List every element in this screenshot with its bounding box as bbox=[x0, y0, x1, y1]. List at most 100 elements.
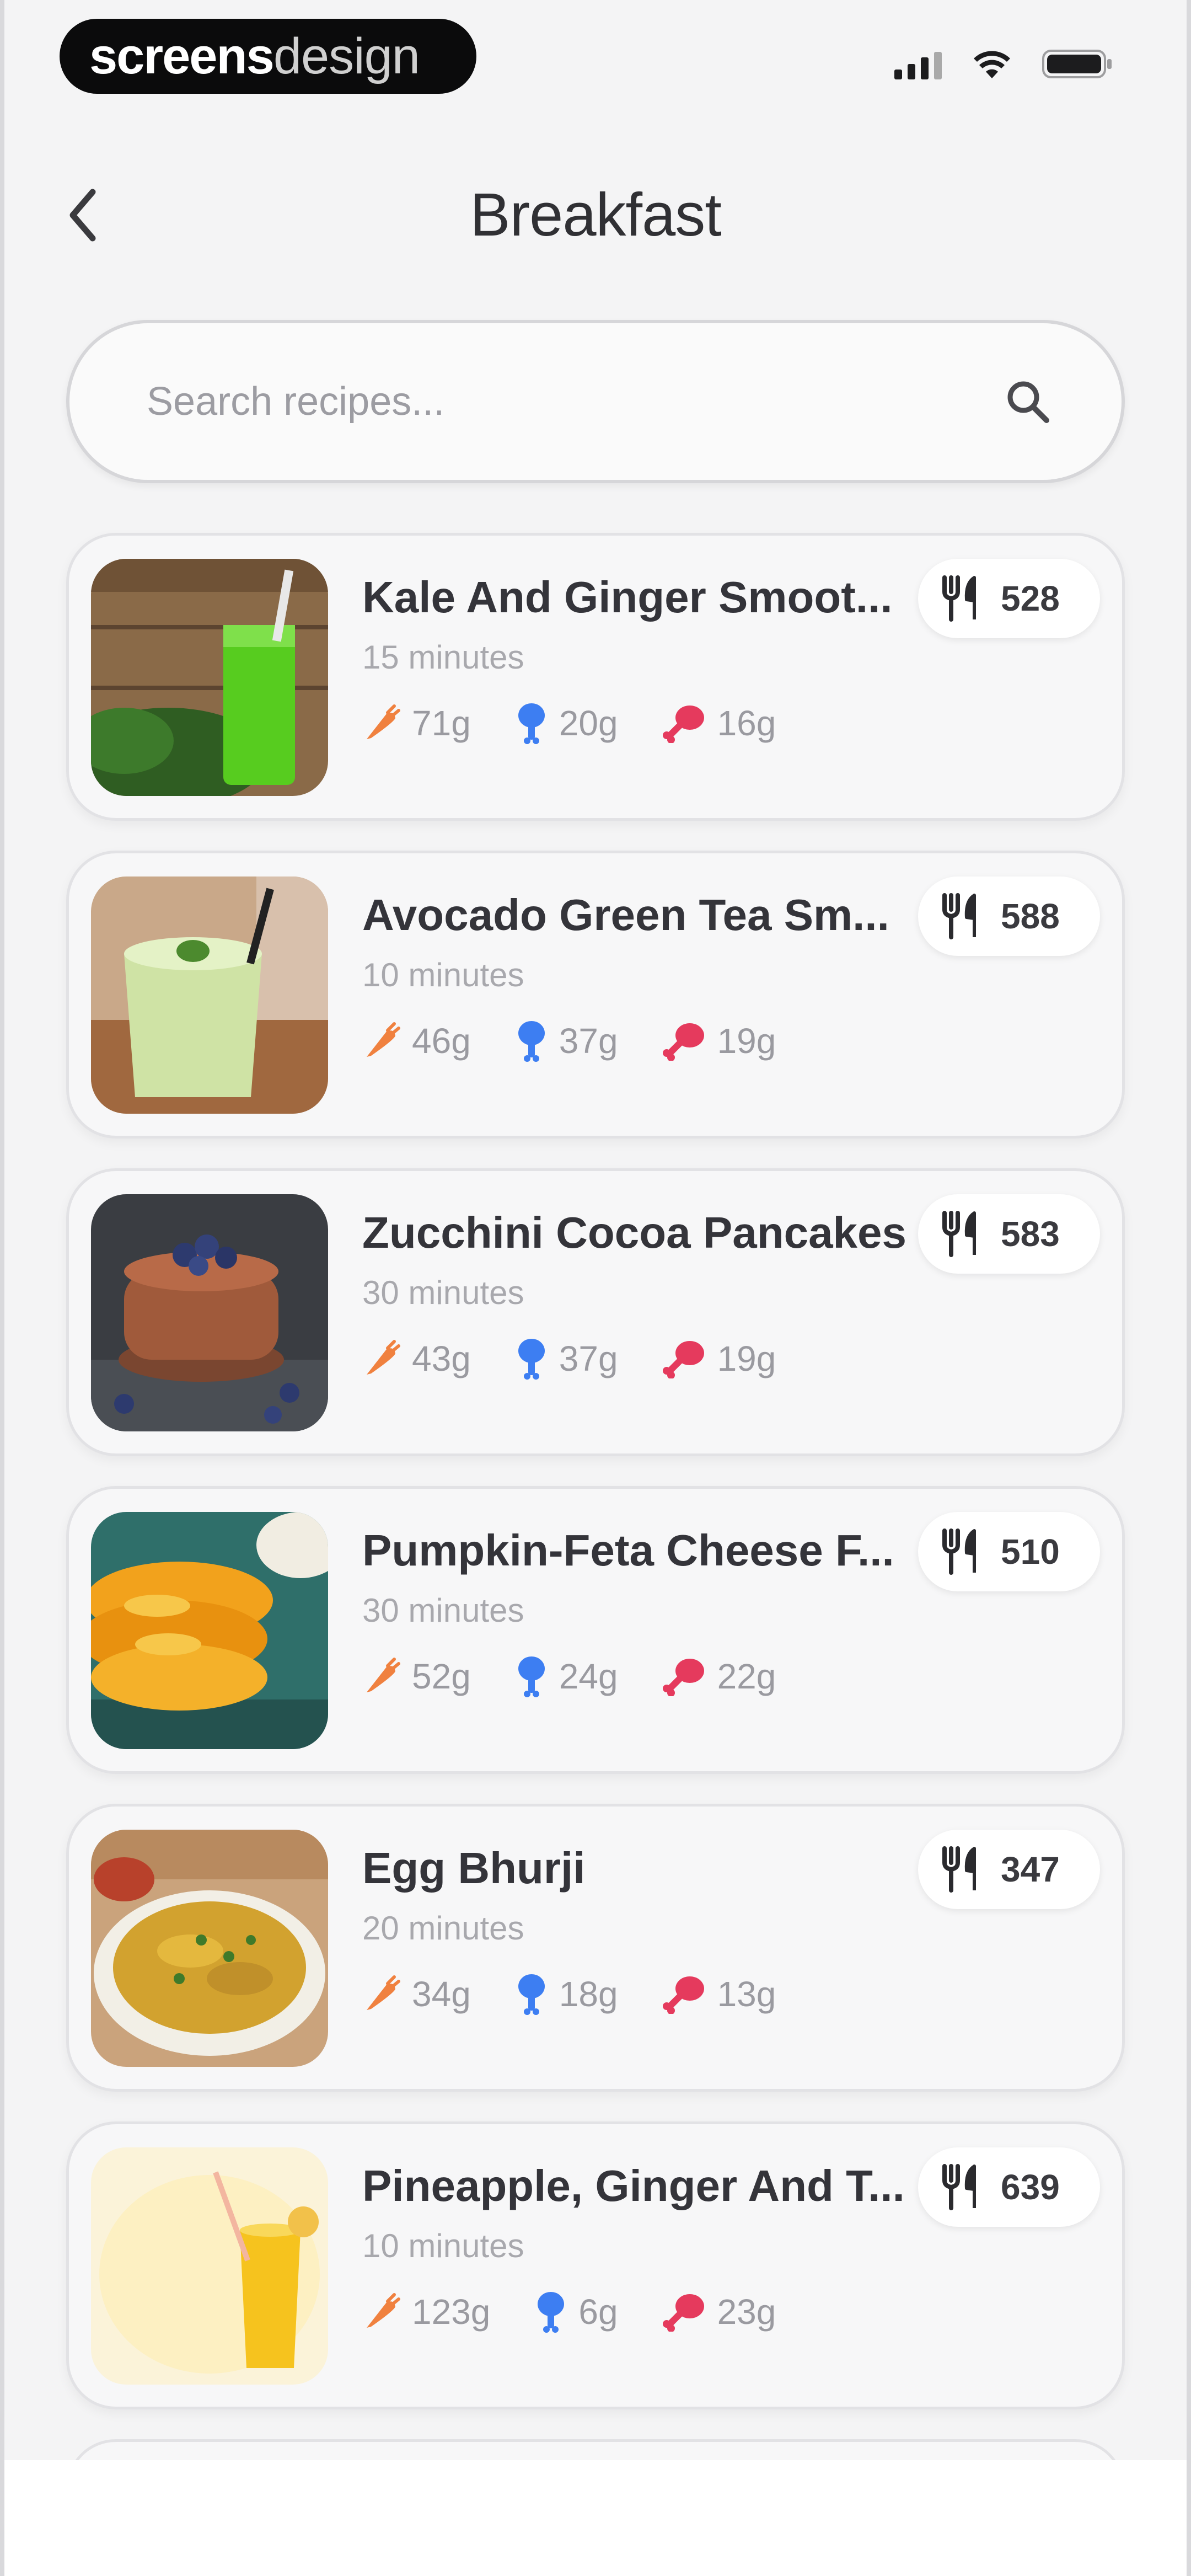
fat-value: 16g bbox=[717, 703, 776, 743]
recipe-image bbox=[91, 1512, 328, 1749]
recipe-name: Kale And Ginger Smoot... bbox=[362, 573, 893, 622]
protein-macro: 37g bbox=[515, 1337, 618, 1381]
macros: 46g 37g 19g bbox=[362, 1019, 776, 1063]
screen-edge-right bbox=[1187, 0, 1191, 2576]
recipe-time: 20 minutes bbox=[362, 1910, 524, 1947]
carbs-macro: 34g bbox=[362, 1974, 471, 2014]
calories-badge: 347 bbox=[918, 1830, 1100, 1909]
carbs-value: 46g bbox=[412, 1021, 471, 1061]
calories-badge: 528 bbox=[918, 559, 1100, 638]
carrot-icon bbox=[367, 1658, 400, 1692]
recipe-image bbox=[91, 1830, 328, 2067]
calories-badge: 588 bbox=[918, 877, 1100, 956]
recipe-image bbox=[91, 559, 328, 796]
carbs-macro: 123g bbox=[362, 2291, 490, 2332]
meat-icon bbox=[662, 706, 704, 743]
signal-icon bbox=[894, 52, 942, 79]
drumstick-icon bbox=[518, 703, 545, 744]
recipe-card[interactable]: Egg Bhurji 20 minutes 34g 18g 13g 347 bbox=[66, 1804, 1125, 2092]
search-icon[interactable] bbox=[1000, 374, 1055, 429]
protein-macro: 20g bbox=[515, 701, 618, 745]
fork-knife-icon bbox=[942, 1846, 976, 1893]
fat-value: 22g bbox=[717, 1656, 776, 1696]
protein-value: 24g bbox=[559, 1656, 618, 1696]
protein-value: 18g bbox=[559, 1974, 618, 2014]
calories-value: 510 bbox=[1001, 1532, 1060, 1572]
status-icons bbox=[894, 49, 1114, 79]
recipe-card[interactable]: Pumpkin-Feta Cheese F... 30 minutes 52g … bbox=[66, 1486, 1125, 1774]
carbs-macro: 71g bbox=[362, 703, 471, 744]
recipe-name: Zucchini Cocoa Pancakes bbox=[362, 1208, 907, 1257]
recipe-name: Avocado Green Tea Sm... bbox=[362, 890, 889, 939]
carbs-value: 34g bbox=[412, 1974, 471, 2014]
carbs-value: 123g bbox=[412, 2292, 491, 2332]
search-input[interactable] bbox=[147, 379, 1000, 424]
recipe-image bbox=[91, 877, 328, 1114]
calories-value: 639 bbox=[1001, 2167, 1060, 2207]
header: Breakfast bbox=[0, 160, 1191, 270]
recipe-image bbox=[91, 1194, 328, 1431]
carbs-macro: 52g bbox=[362, 1656, 471, 1697]
meat-icon bbox=[662, 1976, 704, 2014]
recipe-time: 30 minutes bbox=[362, 1274, 524, 1311]
protein-value: 37g bbox=[559, 1021, 618, 1061]
protein-value: 20g bbox=[559, 703, 618, 743]
recipe-time: 10 minutes bbox=[362, 956, 524, 993]
meat-icon bbox=[662, 1023, 704, 1061]
fork-knife-icon bbox=[942, 575, 976, 622]
fat-macro: 19g bbox=[662, 1338, 776, 1379]
carbs-macro: 43g bbox=[362, 1338, 471, 1379]
recipe-card[interactable]: Pineapple, Ginger And T... 10 minutes 12… bbox=[66, 2121, 1125, 2409]
calories-value: 588 bbox=[1001, 896, 1060, 936]
fork-knife-icon bbox=[942, 893, 976, 939]
carbs-value: 71g bbox=[412, 703, 471, 743]
calories-badge: 583 bbox=[918, 1194, 1100, 1274]
recipe-time: 30 minutes bbox=[362, 1592, 524, 1629]
drumstick-icon bbox=[518, 1021, 545, 1062]
battery-icon bbox=[1042, 49, 1114, 79]
bottom-area bbox=[0, 2460, 1191, 2576]
macros: 123g 6g 23g bbox=[362, 2290, 776, 2334]
fork-knife-icon bbox=[942, 1529, 976, 1575]
carrot-icon bbox=[367, 704, 400, 739]
search-bar[interactable] bbox=[66, 320, 1125, 483]
screen-edge-left bbox=[0, 0, 4, 2576]
fat-value: 19g bbox=[717, 1021, 776, 1061]
recipe-card[interactable]: Zucchini Cocoa Pancakes 30 minutes 43g 3… bbox=[66, 1168, 1125, 1456]
fat-value: 19g bbox=[717, 1339, 776, 1378]
drumstick-icon bbox=[518, 1339, 545, 1380]
fat-macro: 19g bbox=[662, 1020, 776, 1061]
carbs-value: 43g bbox=[412, 1339, 471, 1378]
carrot-icon bbox=[367, 1022, 400, 1057]
recipe-card[interactable]: Avocado Green Tea Sm... 10 minutes 46g 3… bbox=[66, 851, 1125, 1139]
recipe-name: Egg Bhurji bbox=[362, 1843, 586, 1893]
recipe-name: Pumpkin-Feta Cheese F... bbox=[362, 1526, 894, 1575]
fat-macro: 13g bbox=[662, 1974, 776, 2014]
fork-knife-icon bbox=[942, 1211, 976, 1257]
fat-value: 23g bbox=[717, 2292, 776, 2332]
fat-macro: 23g bbox=[662, 2291, 776, 2332]
drumstick-icon bbox=[518, 1656, 545, 1697]
carrot-icon bbox=[367, 2293, 400, 2328]
carbs-value: 52g bbox=[412, 1656, 471, 1696]
recipe-card[interactable]: Kale And Ginger Smoot... 15 minutes 71g … bbox=[66, 533, 1125, 821]
protein-macro: 37g bbox=[515, 1019, 618, 1063]
macros: 52g 24g 22g bbox=[362, 1654, 776, 1698]
macros: 71g 20g 16g bbox=[362, 701, 776, 745]
brand-logo: screens design bbox=[60, 19, 476, 94]
calories-value: 528 bbox=[1001, 579, 1060, 618]
calories-badge: 639 bbox=[918, 2147, 1100, 2227]
macros: 34g 18g 13g bbox=[362, 1972, 776, 2016]
carrot-icon bbox=[367, 1975, 400, 2010]
protein-value: 37g bbox=[559, 1339, 618, 1378]
status-bar: screens design bbox=[0, 0, 1191, 121]
fat-macro: 22g bbox=[662, 1656, 776, 1697]
carrot-icon bbox=[367, 1340, 400, 1375]
recipe-name: Pineapple, Ginger And T... bbox=[362, 2161, 905, 2210]
fork-knife-icon bbox=[942, 2164, 976, 2210]
brand-logo-strong: screens bbox=[89, 28, 275, 84]
recipe-list: Kale And Ginger Smoot... 15 minutes 71g … bbox=[66, 533, 1125, 2505]
drumstick-icon bbox=[538, 2292, 565, 2333]
carbs-macro: 46g bbox=[362, 1020, 471, 1061]
protein-value: 6g bbox=[578, 2292, 618, 2332]
